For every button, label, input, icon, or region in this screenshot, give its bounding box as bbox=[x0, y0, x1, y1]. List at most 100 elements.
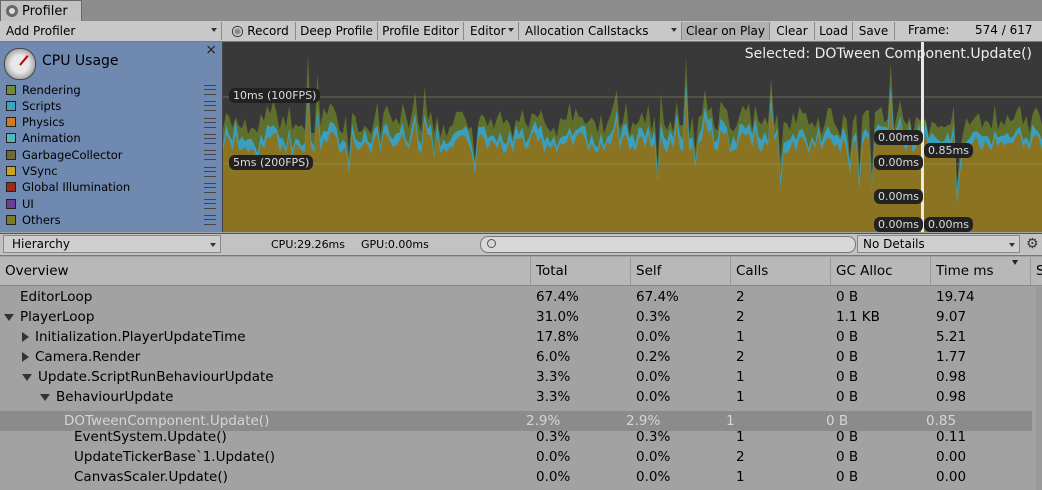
row-name: Initialization.PlayerUpdateTime bbox=[35, 329, 246, 345]
row-self-cell: 0.3% bbox=[636, 429, 671, 445]
row-name: PlayerLoop bbox=[20, 309, 95, 325]
row-gc-cell: 1.1 KB bbox=[836, 309, 880, 325]
legend-swatch[interactable] bbox=[6, 133, 16, 144]
details-label: No Details bbox=[863, 237, 925, 251]
fold-open-icon[interactable] bbox=[40, 393, 50, 401]
drag-handle-icon[interactable] bbox=[204, 215, 216, 226]
legend-item[interactable]: Others bbox=[6, 212, 216, 227]
line-label-5ms: 5ms (200FPS) bbox=[229, 155, 314, 170]
column-total[interactable]: Total bbox=[530, 257, 630, 285]
sample-value-label: 0.85ms bbox=[924, 143, 973, 158]
legend-item[interactable]: Global Illumination bbox=[6, 180, 216, 195]
column-overview[interactable]: Overview bbox=[0, 257, 530, 285]
load-button[interactable]: Load bbox=[815, 22, 853, 40]
fold-open-icon[interactable] bbox=[4, 313, 14, 321]
row-name: Update.ScriptRunBehaviourUpdate bbox=[38, 369, 274, 385]
add-profiler-dropdown[interactable]: Add Profiler bbox=[0, 22, 222, 40]
row-gc-cell: 0 B bbox=[836, 349, 859, 365]
table-row[interactable]: PlayerLoop 31.0% 0.3% 2 1.1 KB 9.07 bbox=[0, 307, 1042, 327]
legend-label: Rendering bbox=[22, 82, 81, 97]
profiler-tab[interactable]: Profiler bbox=[0, 0, 82, 21]
chevron-down-icon bbox=[210, 243, 216, 247]
legend-item[interactable]: Scripts bbox=[6, 98, 216, 113]
close-icon[interactable]: × bbox=[205, 42, 217, 58]
editor-dropdown[interactable]: Editor bbox=[464, 22, 519, 40]
legend-item[interactable]: Physics bbox=[6, 115, 216, 130]
sample-value-label: 0.00ms bbox=[874, 155, 923, 170]
fold-closed-icon[interactable] bbox=[22, 352, 29, 362]
drag-handle-icon[interactable] bbox=[204, 199, 216, 210]
drag-handle-icon[interactable] bbox=[204, 182, 216, 193]
profiler-toolbar: Add Profiler Record Deep Profile Profile… bbox=[0, 21, 1042, 42]
row-calls-cell: 1 bbox=[736, 429, 745, 445]
chevron-down-icon bbox=[508, 28, 514, 32]
table-row[interactable]: UpdateTickerBase`1.Update() 0.0% 0.0% 2 0 B 0… bbox=[0, 447, 1042, 467]
search-icon bbox=[487, 239, 496, 248]
row-time-cell: 9.07 bbox=[936, 309, 967, 325]
legend-label: Scripts bbox=[22, 98, 62, 113]
view-type-dropdown[interactable]: Hierarchy bbox=[3, 235, 221, 253]
drag-handle-icon[interactable] bbox=[204, 150, 216, 161]
row-name-cell: Camera.Render bbox=[22, 349, 140, 365]
legend-item[interactable]: VSync bbox=[6, 164, 216, 179]
clear-button[interactable]: Clear bbox=[770, 22, 815, 40]
fold-open-icon[interactable] bbox=[22, 373, 32, 381]
row-calls-cell: 1 bbox=[736, 329, 745, 345]
row-total-cell: 3.3% bbox=[536, 389, 571, 405]
details-dropdown[interactable]: No Details bbox=[857, 235, 1020, 253]
row-calls-cell: 1 bbox=[736, 389, 745, 405]
row-gc-cell: 0 B bbox=[836, 329, 859, 345]
row-self-cell: 0.0% bbox=[636, 329, 671, 345]
column-calls[interactable]: Calls bbox=[730, 257, 830, 285]
column-gc-alloc[interactable]: GC Alloc bbox=[830, 257, 930, 285]
row-total-cell: 17.8% bbox=[536, 329, 579, 345]
fold-closed-icon[interactable] bbox=[22, 332, 29, 342]
cpu-usage-title: CPU Usage bbox=[42, 53, 119, 69]
column-self[interactable]: Self bbox=[630, 257, 730, 285]
deep-profile-button[interactable]: Deep Profile bbox=[296, 22, 378, 40]
legend-swatch[interactable] bbox=[6, 117, 16, 128]
drag-handle-icon[interactable] bbox=[204, 85, 216, 95]
legend-swatch[interactable] bbox=[6, 214, 16, 225]
row-name: EditorLoop bbox=[20, 289, 93, 305]
search-input[interactable] bbox=[480, 236, 856, 253]
profile-editor-button[interactable]: Profile Editor bbox=[378, 22, 464, 40]
table-row[interactable]: BehaviourUpdate 3.3% 0.0% 1 0 B 0.98 bbox=[0, 387, 1042, 407]
drag-handle-icon[interactable] bbox=[204, 166, 216, 177]
table-row[interactable]: Update.ScriptRunBehaviourUpdate 3.3% 0.0% 1… bbox=[0, 367, 1042, 387]
legend-swatch[interactable] bbox=[6, 100, 16, 111]
legend-item[interactable]: Animation bbox=[6, 131, 216, 146]
table-row[interactable]: Camera.Render 6.0% 0.2% 2 0 B 1.77 bbox=[0, 347, 1042, 367]
legend-swatch[interactable] bbox=[6, 84, 16, 95]
tab-strip: Profiler bbox=[0, 0, 1042, 22]
clear-on-play-toggle[interactable]: Clear on Play bbox=[682, 22, 770, 40]
save-button[interactable]: Save bbox=[853, 22, 895, 40]
legend-swatch[interactable] bbox=[6, 198, 16, 209]
cpu-usage-graph[interactable]: Selected: DOTween Component.Update() 10m… bbox=[223, 42, 1042, 232]
legend-swatch[interactable] bbox=[6, 166, 16, 176]
selected-sample-label: Selected: DOTween Component.Update() bbox=[744, 46, 1032, 62]
legend-swatch[interactable] bbox=[6, 182, 16, 193]
table-row[interactable]: EventSystem.Update() 0.3% 0.3% 1 0 B 0.11 bbox=[0, 427, 1042, 447]
legend-label: Global Illumination bbox=[22, 180, 131, 195]
column-self-ms[interactable]: S bbox=[1030, 257, 1042, 285]
frame-number: 574 / 617 bbox=[975, 23, 1033, 37]
vertical-scrollbar[interactable] bbox=[1036, 287, 1042, 490]
legend-label: GarbageCollector bbox=[22, 147, 123, 162]
drag-handle-icon[interactable] bbox=[204, 117, 216, 128]
drag-handle-icon[interactable] bbox=[204, 133, 216, 144]
table-row[interactable]: CanvasScaler.Update() 0.0% 0.0% 1 0 B 0.00 bbox=[0, 467, 1042, 487]
table-row[interactable]: EditorLoop 67.4% 67.4% 2 0 B 19.74 bbox=[0, 287, 1042, 307]
legend-swatch[interactable] bbox=[6, 149, 16, 160]
allocation-callstacks-dropdown[interactable]: Allocation Callstacks bbox=[519, 22, 682, 40]
record-button[interactable]: Record bbox=[226, 22, 296, 40]
row-gc-cell: 0 B bbox=[836, 369, 859, 385]
drag-handle-icon[interactable] bbox=[204, 101, 216, 112]
legend-item[interactable]: Rendering bbox=[6, 82, 216, 97]
legend-item[interactable]: UI bbox=[6, 196, 216, 211]
chevron-down-icon bbox=[671, 28, 677, 32]
row-gc-cell: 0 B bbox=[836, 449, 859, 465]
gear-icon[interactable]: ⚙ bbox=[1026, 236, 1039, 252]
table-row[interactable]: Initialization.PlayerUpdateTime 17.8% 0.0%… bbox=[0, 327, 1042, 347]
legend-item[interactable]: GarbageCollector bbox=[6, 147, 216, 162]
